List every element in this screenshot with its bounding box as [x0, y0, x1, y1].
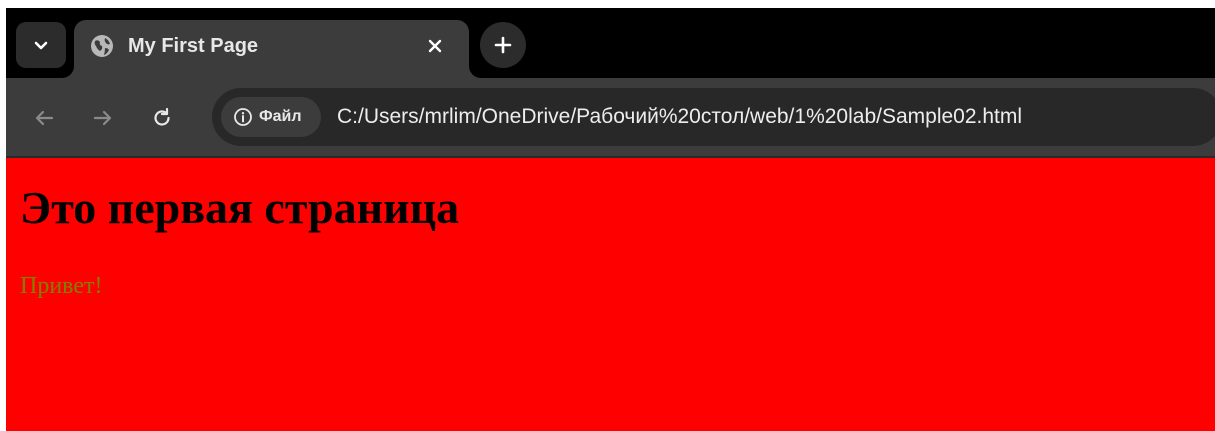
site-info-button[interactable]: Файл: [221, 97, 321, 137]
address-bar[interactable]: Файл C:/Users/mrlim/OneDrive/Рабочий%20с…: [212, 88, 1215, 146]
forward-button[interactable]: [83, 98, 123, 138]
page-greeting: Привет!: [20, 273, 103, 299]
chevron-down-icon: [34, 41, 48, 50]
tab-active[interactable]: My First Page: [74, 20, 469, 78]
reload-button[interactable]: [142, 98, 182, 138]
back-arrow-icon: [35, 110, 54, 126]
tab-search-button[interactable]: [16, 22, 66, 68]
plus-icon: [494, 36, 512, 54]
page-heading: Это первая страница: [20, 182, 460, 233]
url-text[interactable]: C:/Users/mrlim/OneDrive/Рабочий%20стол/w…: [337, 102, 1022, 132]
close-icon: [428, 39, 442, 53]
page-viewport: Это первая страница Привет!: [6, 158, 1215, 431]
new-tab-button[interactable]: [480, 22, 526, 68]
globe-icon: [91, 35, 113, 57]
tab-title: My First Page: [128, 35, 259, 57]
tab-close-button[interactable]: [423, 34, 447, 58]
tab-strip: My First Page: [6, 8, 1215, 78]
back-button[interactable]: [24, 98, 64, 138]
site-info-label: Файл: [259, 108, 302, 125]
forward-arrow-icon: [93, 110, 112, 126]
browser-toolbar: Файл C:/Users/mrlim/OneDrive/Рабочий%20с…: [6, 78, 1215, 156]
browser-window: My First Page Файл C:/Users/mrlim/OneDri…: [6, 8, 1215, 431]
info-icon: [234, 108, 252, 126]
screenshot-frame: My First Page Файл C:/Users/mrlim/OneDri…: [0, 0, 1215, 431]
reload-icon: [154, 107, 170, 126]
